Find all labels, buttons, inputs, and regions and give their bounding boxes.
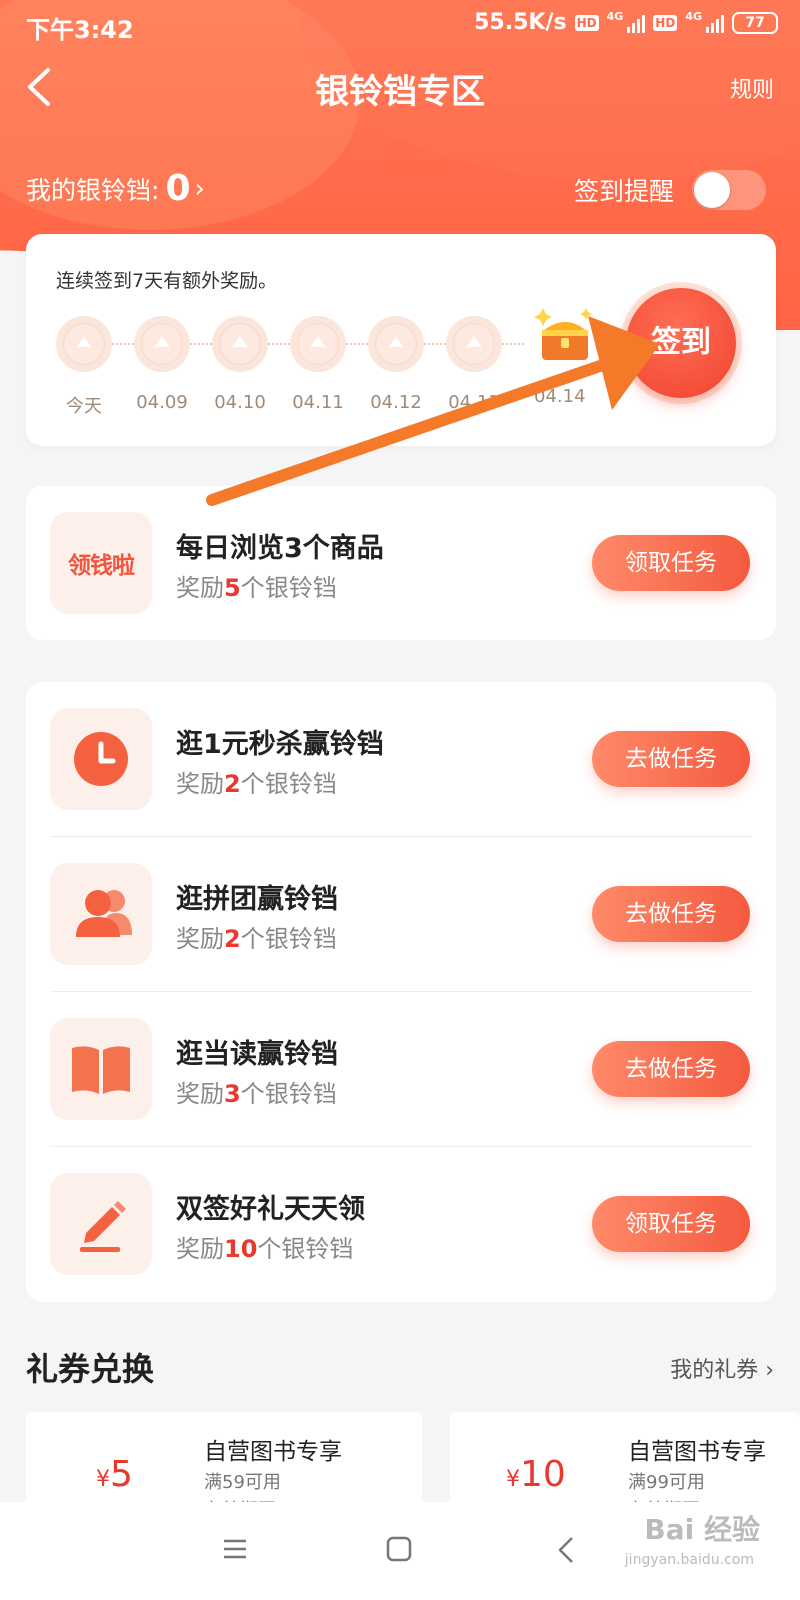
reminder-toggle[interactable] [692, 170, 766, 210]
task-row: 逛当读赢铃铛 奖励3个银铃铛 去做任务 [26, 992, 776, 1146]
lingqianla-icon: 领钱啦 [50, 512, 152, 614]
bell-coin-icon [56, 316, 112, 372]
claim-task-button[interactable]: 领取任务 [592, 535, 750, 591]
network-type: 4G [606, 10, 624, 23]
task-title: 双签好礼天天领 [176, 1194, 365, 1225]
task-title: 逛1元秒杀赢铃铛 [176, 729, 384, 760]
pencil-icon [50, 1173, 152, 1275]
day-item: 04.11 [290, 316, 346, 413]
coupon-name: 自营图书专享 [204, 1439, 342, 1465]
sign-in-button[interactable]: 签到 [626, 288, 736, 398]
task-reward: 奖励2个银铃铛 [176, 770, 337, 798]
day-label: 04.12 [370, 392, 422, 413]
watermark-logo: Bai 经验 [644, 1513, 760, 1546]
watermark-url: jingyan.baidu.com [624, 1552, 754, 1568]
status-icons: 55.5K/s HD 4G HD 4G 77 [474, 10, 778, 35]
book-icon [50, 1018, 152, 1120]
back-icon[interactable] [556, 1536, 576, 1564]
task-title: 每日浏览3个商品 [176, 533, 384, 564]
task-row: 逛1元秒杀赢铃铛 奖励2个银铃铛 去做任务 [26, 682, 776, 836]
rules-link[interactable]: 规则 [730, 72, 774, 104]
my-bells-label: 我的银铃铛: [26, 175, 160, 205]
coupon-section-title: 礼券兑换 [26, 1350, 155, 1388]
day-item: 今天 [56, 316, 112, 418]
day-label: 04.09 [136, 392, 188, 413]
task-reward: 奖励2个银铃铛 [176, 925, 337, 953]
sign-in-tip: 连续签到7天有额外奖励。 [56, 270, 278, 292]
clock-icon [50, 708, 152, 810]
do-task-button[interactable]: 去做任务 [592, 1041, 750, 1097]
my-bells-value: 0 [165, 168, 191, 209]
day-label: 04.10 [214, 392, 266, 413]
coupon-card[interactable]: ¥10 自营图书专享 满99可用 有效期至04.08 [450, 1412, 800, 1512]
hd-icon: HD [574, 14, 599, 31]
treasure-chest-icon [534, 308, 592, 360]
page-title: 银铃铛专区 [315, 72, 485, 112]
bell-coin-icon [134, 316, 190, 372]
task-card-list: 逛1元秒杀赢铃铛 奖励2个银铃铛 去做任务 逛拼团赢铃铛 奖励2个银铃铛 去做任… [26, 682, 776, 1302]
claim-task-button[interactable]: 领取任务 [592, 1196, 750, 1252]
hd-icon: HD [653, 14, 678, 31]
sign-reminder: 签到提醒 [574, 170, 766, 210]
task-reward: 奖励5个银铃铛 [176, 574, 337, 602]
menu-icon[interactable] [222, 1536, 248, 1562]
battery-icon: 77 [732, 11, 778, 34]
do-task-button[interactable]: 去做任务 [592, 731, 750, 787]
my-coupons-link[interactable]: 我的礼券 › [670, 1352, 774, 1384]
task-row: 双签好礼天天领 奖励10个银铃铛 领取任务 [26, 1147, 776, 1301]
network-speed: 55.5K/s [474, 10, 567, 35]
sign-in-days: 今天 04.09 04.10 04.11 04.12 04.13 [56, 316, 576, 426]
task-reward: 奖励10个银铃铛 [176, 1235, 354, 1263]
task-row: 逛拼团赢铃铛 奖励2个银铃铛 去做任务 [26, 837, 776, 991]
day-item: 04.10 [212, 316, 268, 413]
bell-coin-icon [368, 316, 424, 372]
day-label: 04.13 [448, 392, 500, 413]
coupon-amount: ¥10 [506, 1454, 566, 1495]
sign-in-card: 连续签到7天有额外奖励。 今天 04.09 04.10 04.11 04.12 [26, 234, 776, 446]
bell-coin-icon [446, 316, 502, 372]
coupon-condition: 满59可用 [204, 1472, 281, 1493]
reminder-label: 签到提醒 [573, 177, 674, 206]
nav-bar: 银铃铛专区 规则 [0, 52, 800, 122]
day-label: 今天 [66, 396, 102, 417]
day-item: 04.13 [446, 316, 502, 413]
my-bells[interactable]: 我的银铃铛: 0 › [26, 168, 205, 209]
bell-coin-icon [212, 316, 268, 372]
coupon-card[interactable]: ¥5 自营图书专享 满59可用 有效期至04.08 [26, 1412, 422, 1512]
day-item: 04.12 [368, 316, 424, 413]
coupon-condition: 满99可用 [628, 1472, 705, 1493]
day-label: 04.14 [534, 386, 586, 407]
coupon-name: 自营图书专享 [628, 1439, 766, 1465]
task-card-browse: 领钱啦 每日浏览3个商品 奖励5个银铃铛 领取任务 [26, 486, 776, 640]
home-icon[interactable] [386, 1536, 412, 1562]
task-title: 逛当读赢铃铛 [176, 1039, 338, 1070]
network-type: 4G [685, 10, 702, 23]
bell-coin-icon [290, 316, 346, 372]
day-label: 04.11 [292, 392, 344, 413]
day-item: 04.09 [134, 316, 190, 413]
task-reward: 奖励3个银铃铛 [176, 1080, 337, 1108]
task-row: 领钱啦 每日浏览3个商品 奖励5个银铃铛 领取任务 [26, 486, 776, 640]
chevron-right-icon: › [194, 173, 205, 204]
signal-icon [706, 13, 724, 33]
coupon-amount: ¥5 [96, 1454, 133, 1495]
group-icon [50, 863, 152, 965]
status-time: 下午3:42 [26, 16, 134, 44]
task-title: 逛拼团赢铃铛 [176, 884, 338, 915]
do-task-button[interactable]: 去做任务 [592, 886, 750, 942]
signal-icon [627, 13, 646, 33]
status-bar: 下午3:42 55.5K/s HD 4G HD 4G 77 [0, 0, 800, 52]
